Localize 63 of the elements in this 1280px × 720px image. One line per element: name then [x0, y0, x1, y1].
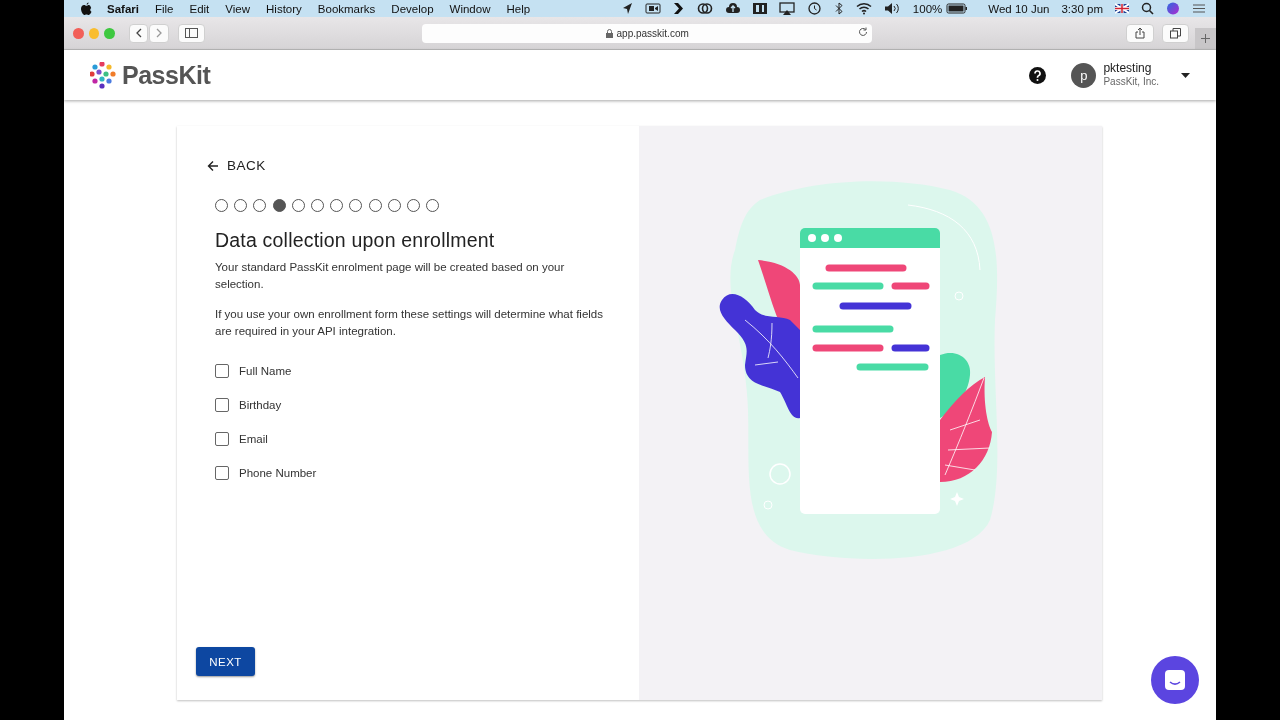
cloud-upload-icon[interactable] [724, 2, 741, 15]
menu-item[interactable]: Develop [383, 2, 442, 15]
description-text: If you use your own enrollment form these settings will determine what fields are required in your API integration. [215, 307, 604, 339]
dropdown-caret-icon[interactable] [1181, 72, 1190, 78]
battery-icon[interactable] [946, 2, 969, 15]
reload-icon[interactable] [858, 26, 869, 37]
menu-item[interactable]: History [258, 2, 310, 15]
back-link[interactable]: BACK [207, 158, 266, 173]
checkbox-label: Birthday [239, 398, 282, 411]
user-name: pktesting [1103, 61, 1153, 75]
chevron-left-icon [134, 28, 143, 38]
organization-name: PassKit, Inc. [1103, 75, 1159, 89]
tabs-icon [1169, 27, 1181, 39]
menu-item[interactable]: File [146, 2, 182, 15]
clock-icon[interactable] [806, 2, 822, 15]
speaker-icon[interactable] [883, 2, 901, 15]
apple-icon[interactable] [80, 1, 93, 16]
battery-percent: 100% [912, 2, 943, 15]
search-icon[interactable] [1141, 2, 1154, 15]
menu-item[interactable]: Edit [181, 2, 218, 15]
address-bar[interactable]: app.passkit.com [421, 23, 873, 43]
flag-icon[interactable] [1115, 2, 1129, 15]
user-avatar[interactable]: p [1071, 62, 1097, 88]
help-icon[interactable] [1029, 66, 1047, 84]
airplay-icon[interactable] [778, 2, 795, 15]
arrow-left-icon [207, 159, 219, 172]
tabs-button[interactable] [1161, 23, 1189, 43]
menu-item[interactable]: Bookmarks [309, 2, 384, 15]
checkbox[interactable] [215, 397, 229, 412]
plus-icon [1200, 33, 1210, 43]
camera-icon[interactable] [644, 2, 661, 15]
menu-item[interactable]: Window [441, 2, 499, 15]
page-title: Data collection upon enrollment [215, 229, 496, 252]
logo-icon [90, 61, 116, 89]
logo-text[interactable]: PassKit [122, 60, 211, 90]
checkbox[interactable] [215, 363, 229, 378]
sidebar-button[interactable] [177, 23, 205, 43]
list-icon[interactable] [1192, 2, 1206, 15]
next-button[interactable]: NEXT [196, 647, 255, 676]
description-text: Your standard PassKit enrolment page will be created based on your selection. [215, 260, 566, 292]
checkbox[interactable] [215, 465, 229, 480]
checkbox-label: Email [239, 432, 268, 445]
bluetooth-icon[interactable] [833, 2, 844, 15]
location-arrow-icon[interactable] [621, 2, 633, 15]
share-icon [1135, 27, 1146, 39]
checkbox-label: Phone Number [239, 466, 317, 479]
chevron-logo-icon[interactable] [672, 2, 685, 15]
checkbox[interactable] [215, 431, 229, 446]
url-text: app.passkit.com [616, 27, 689, 39]
wifi-icon[interactable] [855, 2, 872, 15]
menu-bar-date: Wed 10 Jun [988, 2, 1050, 15]
new-tab-button[interactable] [1194, 27, 1216, 49]
chat-icon [1164, 669, 1186, 691]
checkbox-label: Full Name [239, 364, 292, 377]
share-button[interactable] [1126, 23, 1154, 43]
rings-icon[interactable] [696, 2, 713, 15]
menu-bar-time: 3:30 pm [1061, 2, 1103, 15]
lock-icon [605, 28, 613, 38]
chevron-right-icon [155, 28, 164, 38]
app-menu[interactable]: Safari [99, 2, 147, 15]
sidebar-icon [184, 28, 198, 38]
menu-item[interactable]: View [217, 2, 259, 15]
menu-item[interactable]: Help [498, 2, 539, 15]
